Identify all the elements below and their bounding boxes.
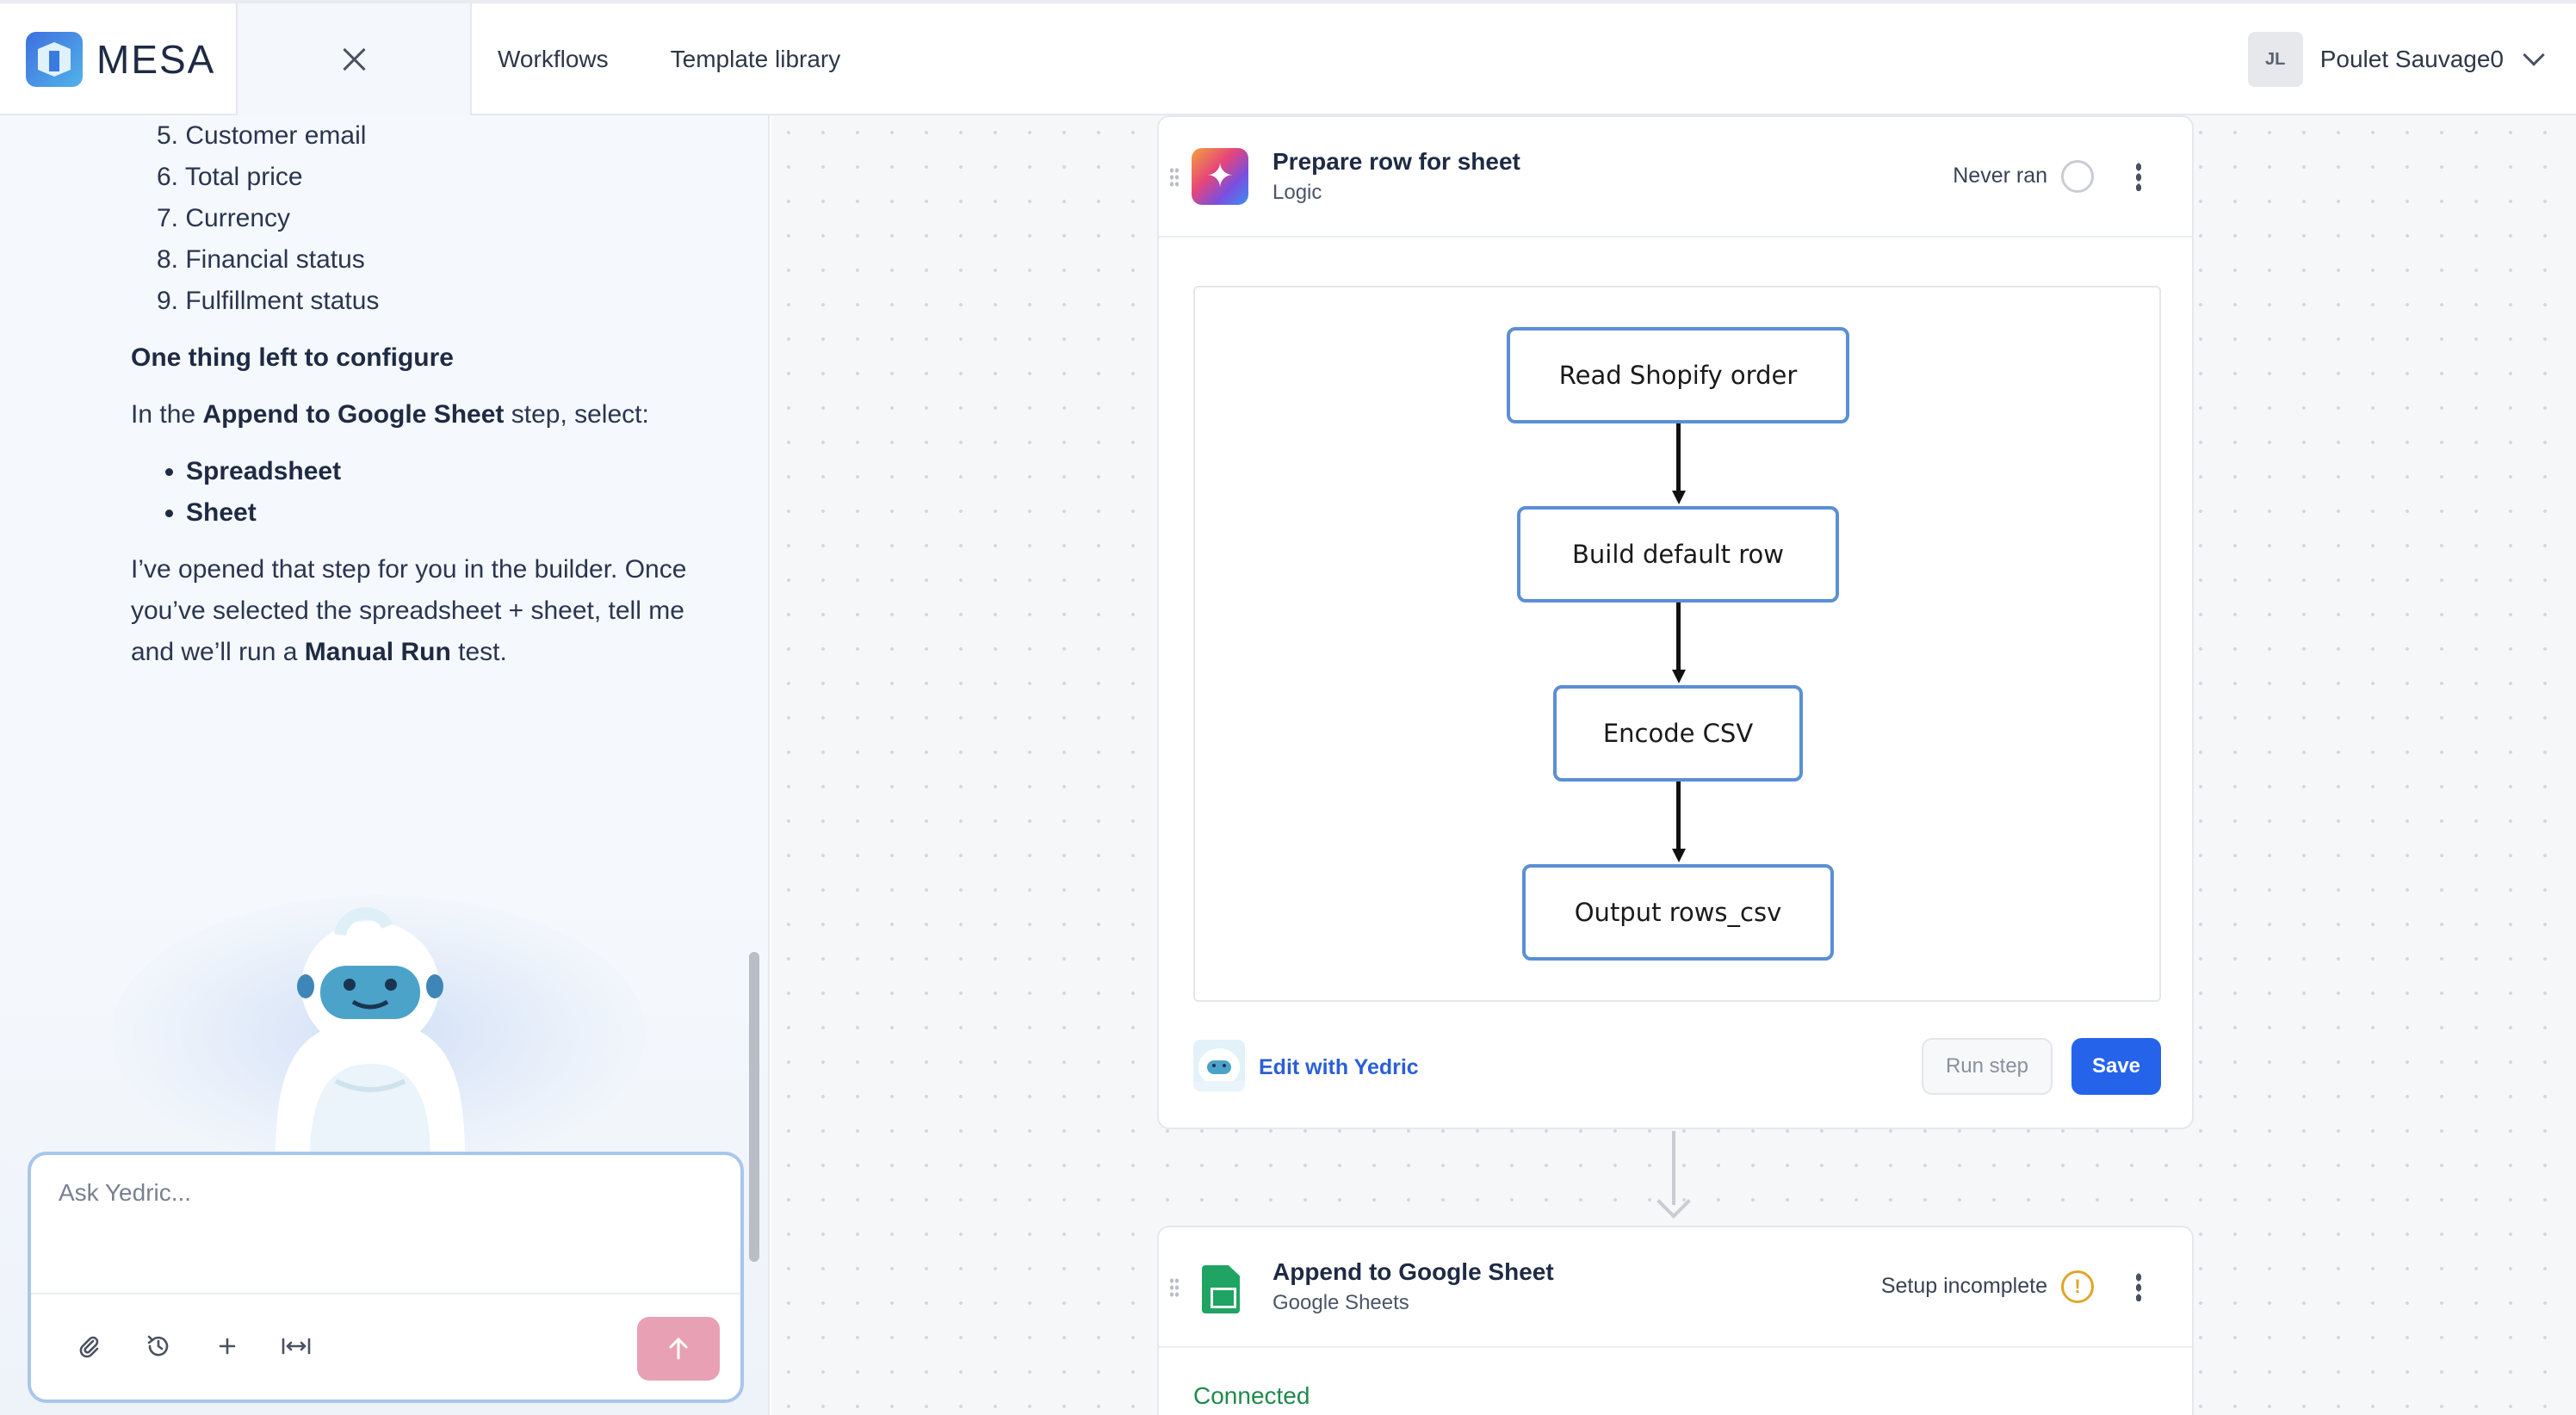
instruction-text: In the <box>131 400 203 429</box>
list-item: 6. Total price <box>157 163 303 191</box>
instruction-text: step, select: <box>504 400 649 429</box>
diagram-node: Encode CSV <box>1553 685 1803 782</box>
plus-icon <box>219 1338 236 1355</box>
list-item: Sheet <box>186 492 734 534</box>
manual-run-text: Manual Run <box>304 638 451 666</box>
user-name: Poulet Sauvage0 <box>2319 46 2504 72</box>
history-icon <box>147 1335 169 1356</box>
arrow-up-icon <box>669 1337 688 1360</box>
step-footer: Edit with Yedric Run step Save <box>1193 1038 2161 1100</box>
sparkle-icon: ✦ <box>1192 148 1248 205</box>
attach-button[interactable] <box>71 1327 108 1365</box>
brand-logo[interactable]: MESA <box>0 3 236 115</box>
arrowhead-icon <box>1672 670 1686 683</box>
paperclip-icon <box>79 1336 99 1358</box>
step-title: Append to Google Sheet <box>1273 1258 1554 1285</box>
instruction-step-name: Append to Google Sheet <box>202 400 505 429</box>
google-sheets-icon <box>1202 1265 1240 1313</box>
avatar: JL <box>2247 32 2303 87</box>
run-step-button[interactable]: Run step <box>1922 1038 2053 1095</box>
more-options-icon[interactable] <box>2135 1272 2142 1301</box>
list-item: 8. Financial status <box>157 245 365 274</box>
step-subtitle: Google Sheets <box>1273 1291 1409 1314</box>
step-status: Setup incomplete <box>1880 1274 2047 1298</box>
user-menu[interactable]: JL Poulet Sauvage0 <box>2247 3 2545 115</box>
list-item: 5. Customer email <box>157 121 367 150</box>
list-item: Spreadsheet <box>186 451 734 492</box>
diagram-edge <box>1676 423 1681 494</box>
brand-name: MESA <box>96 37 216 82</box>
list-item: 7. Currency <box>157 204 291 232</box>
chat-scrollbar[interactable] <box>749 952 759 1262</box>
field-list: 5. Customer email 6. Total price 7. Curr… <box>157 115 734 322</box>
step-header[interactable]: ✦ Prepare row for sheet Logic Never ran <box>1159 117 2192 238</box>
top-bar: MESA Workflows Template library JL Poule… <box>0 0 2576 115</box>
input-divider <box>31 1293 740 1295</box>
drag-handle-icon[interactable] <box>1169 1277 1180 1298</box>
flow-diagram: Read Shopify order Build default row Enc… <box>1193 286 2161 1002</box>
mesa-logo-icon <box>26 32 83 87</box>
diagram-edge <box>1676 602 1681 673</box>
save-button[interactable]: Save <box>2071 1038 2161 1095</box>
connection-status: Connected <box>1193 1382 1310 1409</box>
list-item: 9. Fulfillment status <box>157 287 380 315</box>
arrowhead-icon <box>1672 491 1686 504</box>
step-card-append-sheet[interactable]: Append to Google Sheet Google Sheets Set… <box>1157 1226 2194 1415</box>
diagram-node: Output rows_csv <box>1522 864 1834 961</box>
yedric-mascot <box>241 900 499 1159</box>
diagram-node: Read Shopify order <box>1507 327 1849 423</box>
diagram-node: Build default row <box>1517 506 1839 602</box>
main-nav: Workflows Template library <box>498 3 840 115</box>
drag-handle-icon[interactable] <box>1169 167 1180 188</box>
chat-heading: One thing left to configure <box>131 343 454 372</box>
step-subtitle: Logic <box>1273 181 1322 204</box>
warning-icon: ! <box>2061 1270 2094 1303</box>
bullet-list: Spreadsheet Sheet <box>186 451 734 534</box>
expand-width-button[interactable] <box>277 1327 315 1365</box>
expand-horizontal-icon <box>282 1338 311 1355</box>
send-button[interactable] <box>637 1317 720 1381</box>
diagram-edge <box>1676 782 1681 852</box>
close-chat-button[interactable] <box>236 3 472 115</box>
nav-template-library[interactable]: Template library <box>671 46 841 73</box>
step-card-prepare-row[interactable]: ✦ Prepare row for sheet Logic Never ran … <box>1157 115 2194 1129</box>
step-header[interactable]: Append to Google Sheet Google Sheets Set… <box>1159 1227 2192 1348</box>
chat-input[interactable]: Ask Yedric... <box>59 1179 191 1207</box>
chat-input-box[interactable]: Ask Yedric... <box>28 1152 744 1403</box>
new-chat-button[interactable] <box>208 1327 246 1365</box>
status-circle-icon <box>2061 160 2094 193</box>
history-button[interactable] <box>139 1327 177 1365</box>
chevron-down-icon <box>2523 44 2545 66</box>
step-title: Prepare row for sheet <box>1273 148 1520 175</box>
more-options-icon[interactable] <box>2135 162 2142 191</box>
arrowhead-icon <box>1672 849 1686 862</box>
chat-instruction: In the Append to Google Sheet step, sele… <box>131 394 734 436</box>
chat-message: 5. Customer email 6. Total price 7. Curr… <box>131 115 734 673</box>
nav-workflows[interactable]: Workflows <box>498 46 609 73</box>
step-status: Never ran <box>1953 164 2047 188</box>
paragraph-text: test. <box>450 638 507 666</box>
yedric-avatar-icon <box>1193 1040 1245 1091</box>
edit-with-yedric-link[interactable]: Edit with Yedric <box>1259 1055 1419 1080</box>
chat-paragraph: I’ve opened that step for you in the bui… <box>131 549 734 673</box>
close-icon <box>341 46 367 72</box>
